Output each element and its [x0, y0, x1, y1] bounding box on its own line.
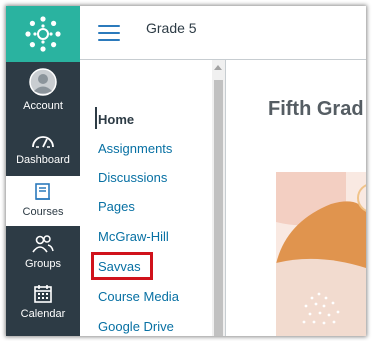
course-nav-savvas[interactable]: Savvas	[98, 259, 141, 274]
main-content: Fifth Grad	[226, 61, 366, 336]
course-nav-course-media[interactable]: Course Media	[98, 289, 179, 304]
nav-dashboard-label: Dashboard	[16, 154, 70, 166]
course-nav-assignments[interactable]: Assignments	[98, 141, 172, 156]
nav-groups[interactable]: Groups	[6, 228, 80, 278]
page-title: Fifth Grad	[268, 98, 364, 120]
course-banner-image	[276, 172, 366, 336]
dashboard-icon	[31, 124, 55, 150]
global-nav: Account Dashboard Courses Groups Calenda…	[6, 6, 80, 336]
scroll-up-arrow-icon[interactable]	[214, 65, 222, 70]
nav-account[interactable]: Account	[6, 68, 80, 120]
course-nav-scrollbar[interactable]	[212, 60, 225, 336]
course-nav: Home Assignments Discussions Pages McGra…	[80, 60, 212, 336]
course-nav-google-drive[interactable]: Google Drive	[98, 319, 174, 334]
active-indicator	[95, 107, 97, 129]
nav-courses-label: Courses	[22, 206, 64, 218]
courses-icon	[34, 176, 52, 202]
nav-courses[interactable]: Courses	[6, 176, 80, 226]
groups-icon	[31, 228, 55, 254]
canvas-logo-icon	[25, 16, 61, 52]
account-avatar-icon	[29, 68, 57, 96]
course-header: Grade 5	[80, 6, 366, 60]
course-nav-mcgraw-hill[interactable]: McGraw-Hill	[98, 229, 169, 244]
banner-illustration	[276, 172, 366, 336]
nav-calendar-label: Calendar	[20, 308, 66, 320]
course-nav-pages[interactable]: Pages	[98, 199, 135, 214]
nav-calendar[interactable]: Calendar	[6, 278, 80, 328]
calendar-icon	[33, 278, 53, 304]
nav-groups-label: Groups	[24, 258, 62, 270]
hamburger-menu-icon[interactable]	[98, 25, 120, 41]
canvas-logo[interactable]	[6, 6, 80, 62]
course-nav-home[interactable]: Home	[98, 112, 134, 127]
nav-account-label: Account	[23, 100, 63, 112]
course-nav-discussions[interactable]: Discussions	[98, 170, 167, 185]
app-window: Account Dashboard Courses Groups Calenda…	[6, 6, 366, 336]
breadcrumb-course[interactable]: Grade 5	[146, 20, 197, 36]
nav-dashboard[interactable]: Dashboard	[6, 124, 80, 174]
scroll-thumb[interactable]	[214, 80, 223, 336]
